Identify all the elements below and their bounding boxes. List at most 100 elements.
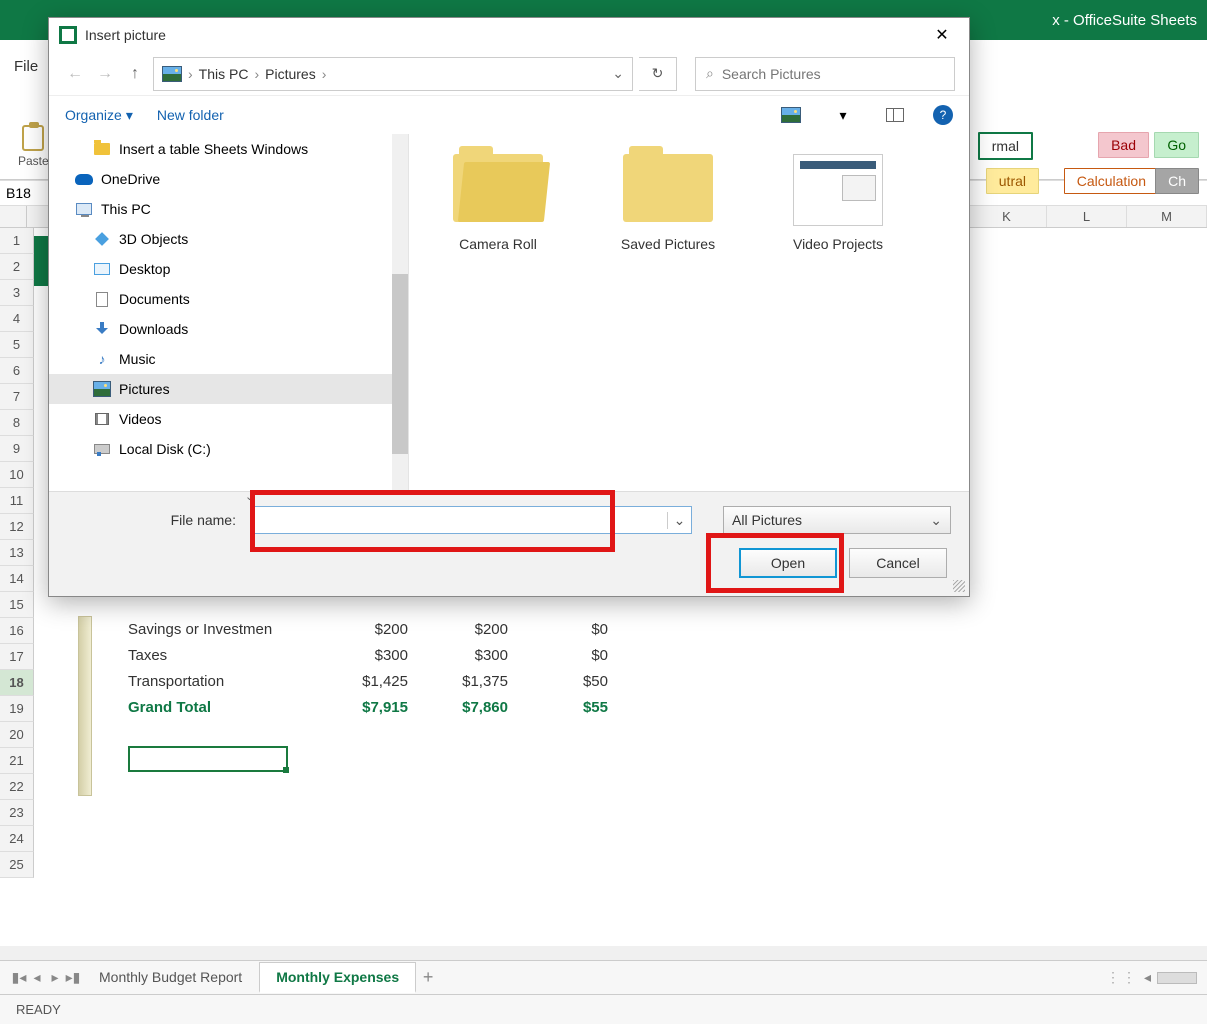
tab-nav-last[interactable]: ▸▮ — [64, 969, 82, 986]
resize-grip[interactable] — [953, 580, 965, 592]
row-header[interactable]: 24 — [0, 826, 34, 852]
view-mode-button[interactable] — [777, 103, 805, 127]
row-header[interactable]: 1 — [0, 228, 34, 254]
row-header[interactable]: 11 — [0, 488, 34, 514]
row-header[interactable]: 14 — [0, 566, 34, 592]
cell[interactable]: $50 — [528, 673, 628, 690]
file-item[interactable]: Saved Pictures — [603, 154, 733, 252]
style-check[interactable]: Ch — [1155, 168, 1199, 194]
tree-scroll-thumb[interactable] — [392, 274, 408, 454]
nav-back-button[interactable]: ← — [63, 65, 87, 83]
row-header[interactable]: 16 — [0, 618, 34, 644]
row-header[interactable]: 7 — [0, 384, 34, 410]
cell[interactable]: $0 — [528, 647, 628, 664]
row-header[interactable]: 9 — [0, 436, 34, 462]
tree-item[interactable]: Documents — [49, 284, 408, 314]
row-header[interactable]: 13 — [0, 540, 34, 566]
close-button[interactable]: ✕ — [925, 21, 959, 49]
row-header[interactable]: 4 — [0, 306, 34, 332]
select-all-corner[interactable] — [0, 206, 27, 227]
row-header[interactable]: 20 — [0, 722, 34, 748]
hscroll-left-arrow[interactable]: ◂ — [1144, 969, 1151, 986]
cell[interactable]: Transportation — [128, 673, 328, 690]
view-dropdown[interactable]: ▾ — [829, 103, 857, 127]
tab-overflow-icon[interactable]: ⋮⋮ — [1106, 969, 1138, 986]
row-header[interactable]: 2 — [0, 254, 34, 280]
breadcrumb-item[interactable]: Pictures — [265, 66, 316, 82]
tree-item[interactable]: Insert a table Sheets Windows — [49, 134, 408, 164]
style-normal[interactable]: rmal — [978, 132, 1033, 160]
row-header[interactable]: 10 — [0, 462, 34, 488]
tab-nav-next[interactable]: ▸ — [46, 969, 64, 986]
help-button[interactable]: ? — [933, 105, 953, 125]
tree-item[interactable]: Desktop — [49, 254, 408, 284]
breadcrumb-dropdown[interactable]: ⌄ — [612, 65, 624, 82]
file-pane[interactable]: Camera Roll Saved Pictures Video Projects — [409, 134, 969, 491]
dialog-titlebar[interactable]: Insert picture ✕ — [49, 18, 969, 52]
row-header[interactable]: 6 — [0, 358, 34, 384]
row-header[interactable]: 18 — [0, 670, 34, 696]
row-header[interactable]: 15 — [0, 592, 34, 618]
sheet-tab[interactable]: Monthly Expenses — [259, 962, 416, 993]
cell[interactable]: $300 — [328, 647, 428, 664]
tree-item[interactable]: 3D Objects — [49, 224, 408, 254]
cell[interactable]: Savings or Investmen — [128, 621, 328, 638]
cell[interactable]: Grand Total — [128, 699, 328, 716]
style-calculation[interactable]: Calculation — [1064, 168, 1159, 194]
style-neutral[interactable]: utral — [986, 168, 1039, 194]
paste-button[interactable]: Paste — [18, 125, 49, 168]
col-header[interactable]: L — [1047, 206, 1127, 227]
style-bad[interactable]: Bad — [1098, 132, 1149, 158]
cell[interactable]: $7,860 — [428, 699, 528, 716]
col-header[interactable]: K — [967, 206, 1047, 227]
file-tab[interactable]: File — [14, 58, 38, 75]
row-header[interactable]: 21 — [0, 748, 34, 774]
tab-nav-first[interactable]: ▮◂ — [10, 969, 28, 986]
folder-tree[interactable]: Insert a table Sheets WindowsOneDriveThi… — [49, 134, 409, 491]
tree-item[interactable]: This PC — [49, 194, 408, 224]
file-item[interactable]: Video Projects — [773, 154, 903, 252]
tree-expand-chevron[interactable]: ⌄ — [245, 490, 254, 594]
tree-item[interactable]: Videos — [49, 404, 408, 434]
refresh-button[interactable]: ↻ — [639, 57, 677, 91]
file-item[interactable]: Camera Roll — [433, 154, 563, 252]
breadcrumb-bar[interactable]: › This PC › Pictures › ⌄ — [153, 57, 633, 91]
organize-button[interactable]: Organize▾ — [65, 107, 133, 124]
hscroll-bar[interactable] — [1157, 972, 1197, 984]
cell[interactable]: $300 — [428, 647, 528, 664]
tree-item[interactable]: OneDrive — [49, 164, 408, 194]
cell[interactable]: $0 — [528, 621, 628, 638]
sheet-tab[interactable]: Monthly Budget Report — [82, 962, 259, 993]
nav-up-button[interactable]: ↑ — [123, 65, 147, 83]
add-sheet-button[interactable]: + — [416, 967, 440, 988]
tree-item[interactable]: Pictures — [49, 374, 408, 404]
row-header[interactable]: 17 — [0, 644, 34, 670]
cell[interactable]: $55 — [528, 699, 628, 716]
tree-item[interactable]: Downloads — [49, 314, 408, 344]
cell[interactable]: $200 — [328, 621, 428, 638]
preview-pane-button[interactable] — [881, 103, 909, 127]
row-header[interactable]: 23 — [0, 800, 34, 826]
filename-input[interactable] — [253, 512, 667, 528]
cell[interactable]: $7,915 — [328, 699, 428, 716]
row-header[interactable]: 12 — [0, 514, 34, 540]
tab-nav-prev[interactable]: ◂ — [28, 969, 46, 986]
col-header[interactable]: M — [1127, 206, 1207, 227]
row-header[interactable]: 5 — [0, 332, 34, 358]
cancel-button[interactable]: Cancel — [849, 548, 947, 578]
search-input[interactable] — [722, 66, 944, 82]
row-header[interactable]: 22 — [0, 774, 34, 800]
cell[interactable]: $200 — [428, 621, 528, 638]
search-box[interactable]: ⌕ — [695, 57, 955, 91]
row-header[interactable]: 19 — [0, 696, 34, 722]
tree-item[interactable]: Local Disk (C:) — [49, 434, 408, 464]
file-type-filter[interactable]: All Pictures ⌄ — [723, 506, 951, 534]
row-header[interactable]: 8 — [0, 410, 34, 436]
cell[interactable]: Taxes — [128, 647, 328, 664]
new-folder-button[interactable]: New folder — [157, 107, 224, 123]
row-header[interactable]: 3 — [0, 280, 34, 306]
cell[interactable]: $1,375 — [428, 673, 528, 690]
cell[interactable]: $1,425 — [328, 673, 428, 690]
breadcrumb-item[interactable]: This PC — [199, 66, 249, 82]
open-button[interactable]: Open — [739, 548, 837, 578]
